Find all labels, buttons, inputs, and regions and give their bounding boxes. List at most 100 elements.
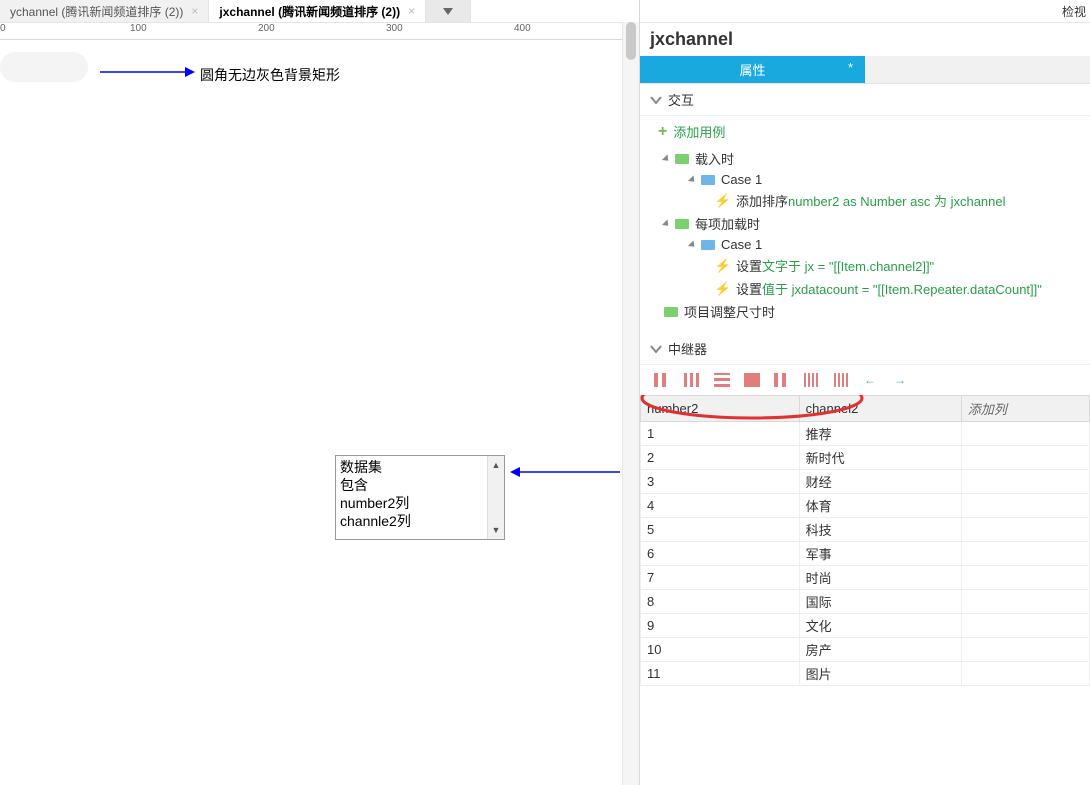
toolbar-icon[interactable] (804, 373, 820, 387)
section-repeater[interactable]: 中继器 (640, 333, 1090, 365)
case-icon (701, 173, 715, 187)
ruler-tick: 200 (258, 23, 275, 34)
table-row[interactable]: 6军事 (641, 542, 1090, 566)
cell-number[interactable]: 8 (641, 590, 800, 614)
cell-number[interactable]: 11 (641, 662, 800, 686)
section-interactions-label: 交互 (668, 90, 694, 109)
toolbar-icon[interactable] (714, 373, 730, 387)
table-row[interactable]: 5科技 (641, 518, 1090, 542)
table-row[interactable]: 4体育 (641, 494, 1090, 518)
table-row[interactable]: 3财经 (641, 470, 1090, 494)
tab-bar: ychannel (腾讯新闻频道排序 (2)) × jxchannel (腾讯新… (0, 0, 639, 23)
action-settext[interactable]: ⚡设置 文字于 jx = "[[Item.channel2]]" (650, 254, 1080, 277)
add-case-button[interactable]: + 添加用例 (640, 116, 1090, 147)
cell-channel[interactable]: 财经 (799, 470, 961, 494)
vertical-scrollbar[interactable] (622, 22, 639, 785)
cell-empty[interactable] (961, 446, 1089, 470)
cell-number[interactable]: 9 (641, 614, 800, 638)
cell-empty[interactable] (961, 614, 1089, 638)
cell-empty[interactable] (961, 662, 1089, 686)
event-onresize[interactable]: 项目调整尺寸时 (650, 300, 1080, 323)
ruler-tick: 100 (130, 23, 147, 34)
event-onitemload[interactable]: 每项加载时 (650, 212, 1080, 235)
listbox-scrollbar[interactable]: ▲▼ (487, 456, 504, 539)
cell-channel[interactable]: 体育 (799, 494, 961, 518)
table-row[interactable]: 1推荐 (641, 422, 1090, 446)
cell-empty[interactable] (961, 470, 1089, 494)
cell-number[interactable]: 3 (641, 470, 800, 494)
tab-active[interactable]: jxchannel (腾讯新闻频道排序 (2)) × (209, 0, 426, 22)
cell-empty[interactable] (961, 566, 1089, 590)
tab-overflow-button[interactable] (426, 0, 471, 22)
close-icon[interactable]: × (408, 4, 415, 18)
bolt-icon: ⚡ (716, 259, 730, 273)
table-row[interactable]: 7时尚 (641, 566, 1090, 590)
col-header-number2[interactable]: number2 (641, 396, 800, 422)
cell-empty[interactable] (961, 518, 1089, 542)
tab-properties-label: 属性 (739, 60, 765, 79)
annotation-arrow (100, 65, 195, 79)
cell-empty[interactable] (961, 422, 1089, 446)
interactions-tree: 载入时 Case 1 ⚡添加排序 number2 as Number asc 为… (640, 147, 1090, 333)
table-row[interactable]: 10房产 (641, 638, 1090, 662)
cell-empty[interactable] (961, 542, 1089, 566)
event-onload[interactable]: 载入时 (650, 147, 1080, 170)
arrow-left-icon[interactable]: ← (864, 373, 880, 387)
toolbar-icon[interactable] (654, 373, 670, 387)
cell-channel[interactable]: 时尚 (799, 566, 961, 590)
rounded-rectangle-widget[interactable] (0, 52, 88, 82)
cell-number[interactable]: 2 (641, 446, 800, 470)
toolbar-icon[interactable] (774, 373, 790, 387)
cell-number[interactable]: 5 (641, 518, 800, 542)
event-label: 项目调整尺寸时 (684, 302, 775, 321)
toolbar-icon[interactable] (834, 373, 850, 387)
design-canvas[interactable]: 圆角无边灰色背景矩形 数据集 包含 number2列 channle2列 ▲▼ (0, 40, 639, 785)
listbox-widget[interactable]: 数据集 包含 number2列 channle2列 ▲▼ (335, 455, 505, 540)
section-interactions[interactable]: 交互 (640, 84, 1090, 116)
close-icon[interactable]: × (191, 4, 198, 18)
case-label: Case 1 (721, 237, 762, 252)
cell-number[interactable]: 1 (641, 422, 800, 446)
case-node[interactable]: Case 1 (650, 235, 1080, 254)
scrollbar-thumb[interactable] (626, 22, 636, 60)
cell-channel[interactable]: 新时代 (799, 446, 961, 470)
col-header-channel2[interactable]: channel2 (799, 396, 961, 422)
cell-empty[interactable] (961, 638, 1089, 662)
table-row[interactable]: 2新时代 (641, 446, 1090, 470)
modified-indicator-icon: * (848, 60, 853, 75)
tab-properties[interactable]: 属性 * (640, 56, 865, 84)
cell-channel[interactable]: 推荐 (799, 422, 961, 446)
cell-channel[interactable]: 图片 (799, 662, 961, 686)
toolbar-icon[interactable] (684, 373, 700, 387)
arrow-right-icon[interactable]: → (894, 373, 910, 387)
cell-empty[interactable] (961, 494, 1089, 518)
action-sort[interactable]: ⚡添加排序 number2 as Number asc 为 jxchannel (650, 189, 1080, 212)
repeater-toolbar: ← → (640, 365, 1090, 395)
tab-other[interactable] (865, 56, 1090, 84)
cell-channel[interactable]: 房产 (799, 638, 961, 662)
cell-number[interactable]: 10 (641, 638, 800, 662)
tab-inactive[interactable]: ychannel (腾讯新闻频道排序 (2)) × (0, 0, 209, 22)
cell-empty[interactable] (961, 590, 1089, 614)
cell-number[interactable]: 4 (641, 494, 800, 518)
table-row[interactable]: 8国际 (641, 590, 1090, 614)
toolbar-icon[interactable] (744, 373, 760, 387)
cell-number[interactable]: 7 (641, 566, 800, 590)
repeater-data-table[interactable]: number2 channel2 添加列 1推荐2新时代3财经4体育5科技6军事… (640, 395, 1090, 686)
col-header-add[interactable]: 添加列 (961, 396, 1089, 422)
cell-channel[interactable]: 国际 (799, 590, 961, 614)
case-node[interactable]: Case 1 (650, 170, 1080, 189)
cell-number[interactable]: 6 (641, 542, 800, 566)
table-row[interactable]: 11图片 (641, 662, 1090, 686)
repeater-table-wrap: number2 channel2 添加列 1推荐2新时代3财经4体育5科技6军事… (640, 395, 1090, 785)
action-setvalue[interactable]: ⚡设置 值于 jxdatacount = "[[Item.Repeater.da… (650, 277, 1080, 300)
bolt-icon: ⚡ (716, 282, 730, 296)
cell-channel[interactable]: 科技 (799, 518, 961, 542)
ruler-tick: 0 (0, 23, 6, 34)
plus-icon: + (658, 123, 667, 141)
table-row[interactable]: 9文化 (641, 614, 1090, 638)
inspector-header: 检视 (640, 0, 1090, 23)
cell-channel[interactable]: 军事 (799, 542, 961, 566)
inspect-link[interactable]: 检视 (1062, 3, 1086, 20)
cell-channel[interactable]: 文化 (799, 614, 961, 638)
